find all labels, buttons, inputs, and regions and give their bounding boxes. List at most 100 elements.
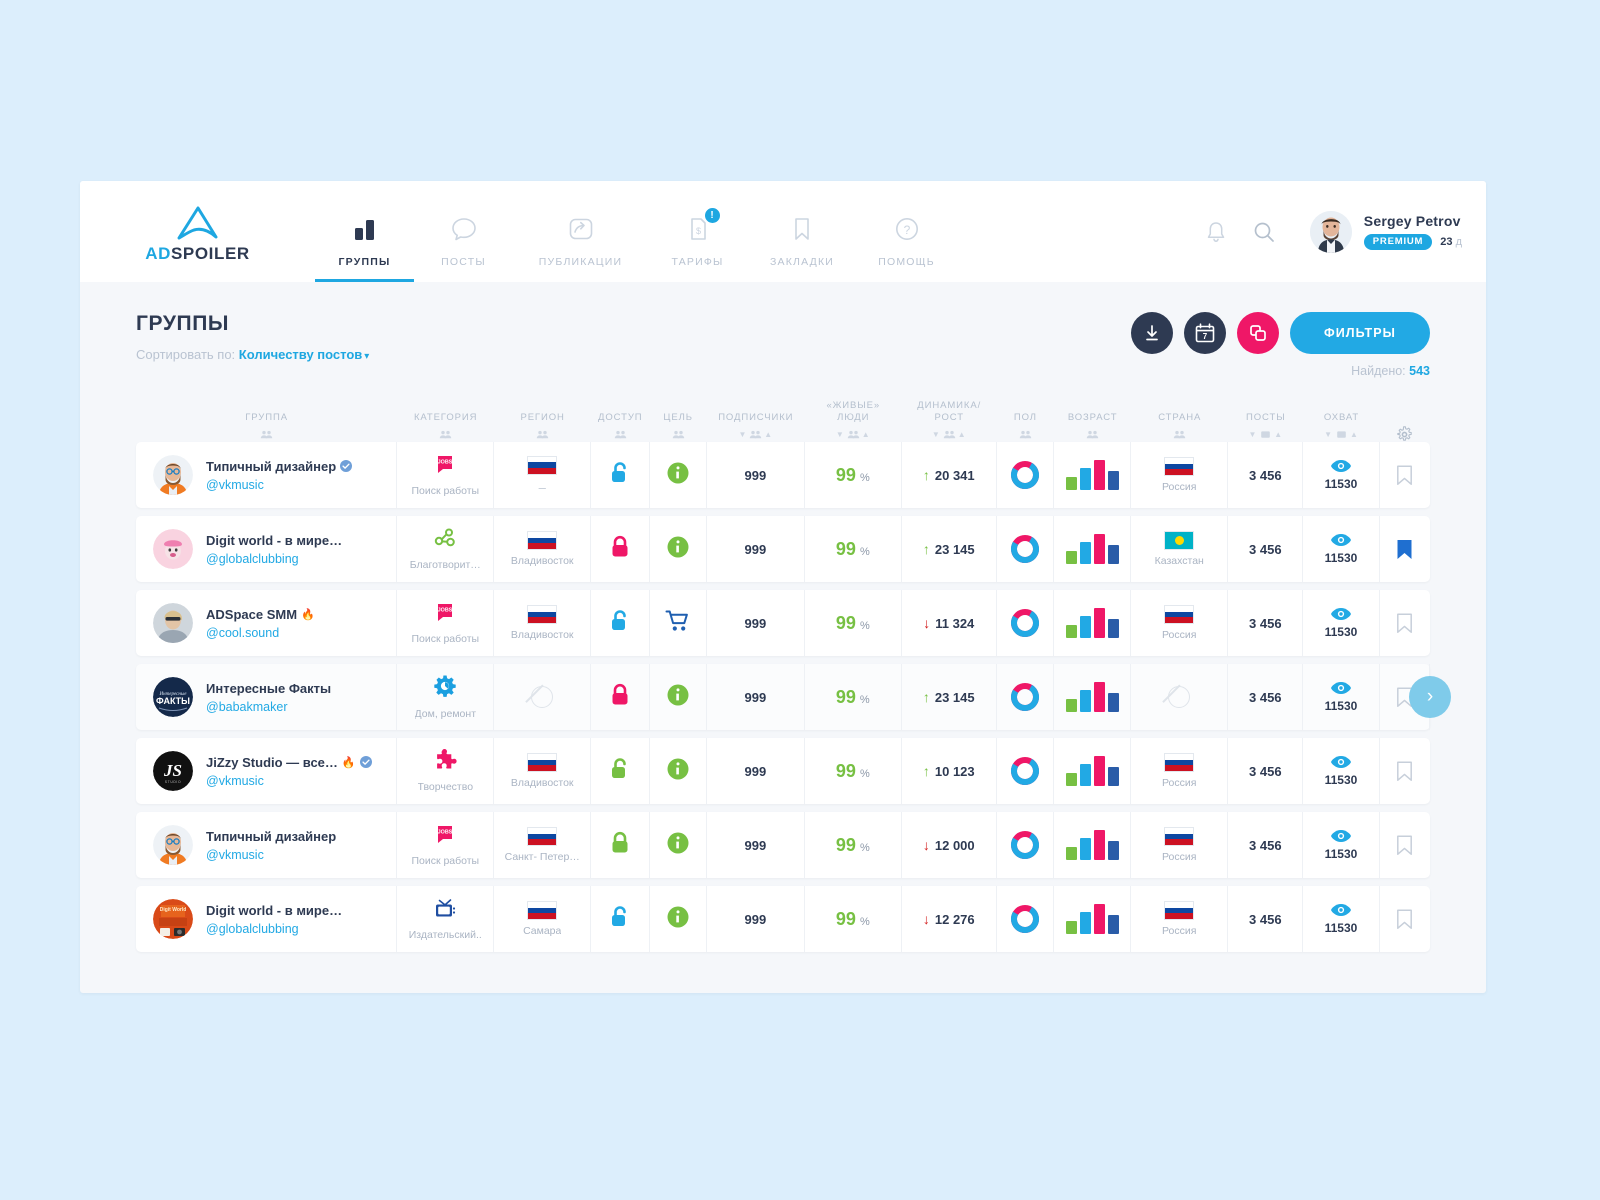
column-header-доступ[interactable]: ДОСТУП xyxy=(591,412,649,442)
column-header-цель[interactable]: ЦЕЛЬ xyxy=(649,412,706,442)
nav-item-posts[interactable]: ПОСТЫ xyxy=(414,181,513,282)
cell-bookmark[interactable] xyxy=(1380,516,1430,582)
cell-bookmark[interactable] xyxy=(1380,886,1430,952)
cell-country[interactable]: Россия xyxy=(1131,812,1229,878)
column-header-пол[interactable]: ПОЛ xyxy=(997,412,1054,442)
search-button[interactable] xyxy=(1240,208,1288,256)
cell-region[interactable]: – xyxy=(494,442,592,508)
cell-category[interactable]: Издательский.. xyxy=(397,886,495,952)
cell-goal[interactable] xyxy=(650,590,707,656)
cell-gender[interactable] xyxy=(997,812,1055,878)
column-filter-icon[interactable] xyxy=(1086,429,1099,440)
cell-gender[interactable] xyxy=(997,442,1055,508)
column-sort-control[interactable]: ▼ ▲ xyxy=(932,429,967,440)
sort-up-icon[interactable]: ▲ xyxy=(958,430,967,439)
column-filter-icon[interactable] xyxy=(1173,429,1186,440)
sort-down-icon[interactable]: ▼ xyxy=(836,430,845,439)
column-header-группа[interactable]: ГРУППА xyxy=(136,412,397,442)
group-handle[interactable]: @vkmusic xyxy=(206,478,352,492)
cell-group[interactable]: Типичный дизайнер @vkmusic xyxy=(136,812,398,878)
calendar-button[interactable]: 7 xyxy=(1183,312,1226,354)
cell-goal[interactable] xyxy=(650,738,707,804)
column-header-посты[interactable]: ПОСТЫ ▼ ▲ xyxy=(1228,412,1303,442)
column-filter-icon[interactable] xyxy=(439,429,452,440)
filters-button[interactable]: ФИЛЬТРЫ xyxy=(1289,312,1430,354)
cell-gender[interactable] xyxy=(997,516,1055,582)
table-row[interactable]: Интересные ФАКТЫ Интересные Факты @babakmak… xyxy=(136,664,1451,730)
column-sort-control[interactable]: ▼ ▲ xyxy=(836,429,871,440)
column-header-регион[interactable]: РЕГИОН xyxy=(494,412,591,442)
cell-category[interactable]: Благотворит… xyxy=(397,516,495,582)
cell-group[interactable]: ADSpace SMM 🔥 @cool.sound xyxy=(136,590,398,656)
group-handle[interactable]: @vkmusic xyxy=(206,774,372,788)
bookmark-outline-icon[interactable] xyxy=(1396,834,1413,856)
table-row[interactable]: Типичный дизайнер @vkmusic JOBS Поиск работ… xyxy=(136,812,1430,878)
cell-bookmark[interactable] xyxy=(1380,812,1430,878)
cell-age[interactable] xyxy=(1054,442,1132,508)
nav-item-publications[interactable]: ПУБЛИКАЦИИ xyxy=(513,181,648,282)
sort-up-icon[interactable]: ▲ xyxy=(1350,430,1359,439)
column-sort-control[interactable]: ▼ ▲ xyxy=(1324,429,1359,440)
cell-gender[interactable] xyxy=(997,664,1055,730)
bookmark-outline-icon[interactable] xyxy=(1396,760,1413,782)
cell-goal[interactable] xyxy=(650,516,707,582)
nav-item-tariffs[interactable]: $ ! ТАРИФЫ xyxy=(648,181,747,282)
column-filter-icon[interactable] xyxy=(672,429,685,440)
cell-age[interactable] xyxy=(1054,590,1132,656)
cell-age[interactable] xyxy=(1054,516,1132,582)
table-row[interactable]: Digit world - в мире… @globalclubbing Благ… xyxy=(136,516,1430,582)
cell-bookmark[interactable] xyxy=(1380,442,1430,508)
duplicate-button[interactable] xyxy=(1236,312,1279,354)
group-handle[interactable]: @globalclubbing xyxy=(206,922,342,936)
cell-goal[interactable] xyxy=(650,664,707,730)
notifications-button[interactable] xyxy=(1192,208,1240,256)
sort-down-icon[interactable]: ▼ xyxy=(1248,430,1257,439)
cell-bookmark[interactable] xyxy=(1380,738,1430,804)
bookmark-outline-icon[interactable] xyxy=(1396,612,1413,634)
cell-country[interactable]: Россия xyxy=(1131,442,1229,508)
column-filter-icon[interactable] xyxy=(536,429,549,440)
cell-age[interactable] xyxy=(1054,738,1132,804)
cell-country[interactable] xyxy=(1131,664,1229,730)
cell-gender[interactable] xyxy=(997,590,1055,656)
column-header-подписчики[interactable]: ПОДПИСЧИКИ ▼ ▲ xyxy=(707,412,805,442)
table-row[interactable]: ADSpace SMM 🔥 @cool.sound JOBS Поиск работы В… xyxy=(136,590,1430,656)
user-menu[interactable]: Sergey Petrov PREMIUM 23 д xyxy=(1309,210,1462,253)
column-filter-icon[interactable] xyxy=(260,429,273,440)
bookmark-filled-icon[interactable] xyxy=(1396,539,1413,560)
cell-region[interactable]: Владивосток xyxy=(494,516,592,582)
sort-down-icon[interactable]: ▼ xyxy=(738,430,747,439)
cell-country[interactable]: Россия xyxy=(1131,590,1229,656)
cell-group[interactable]: JS STUDIO JiZzy Studio — все… 🔥 @vkmusic xyxy=(136,738,398,804)
cell-group[interactable]: Digit world - в мире… @globalclubbing xyxy=(136,516,398,582)
cell-category[interactable]: JOBS Поиск работы xyxy=(397,442,495,508)
cell-group[interactable]: Digit World Digit world - в мире… @globalc… xyxy=(136,886,398,952)
bookmark-outline-icon[interactable] xyxy=(1396,908,1413,930)
group-handle[interactable]: @babakmaker xyxy=(206,700,331,714)
column-header-страна[interactable]: СТРАНА xyxy=(1131,412,1228,442)
cell-category[interactable]: Творчество xyxy=(397,738,495,804)
column-header-категория[interactable]: КАТЕГОРИЯ xyxy=(397,412,494,442)
logo[interactable]: ADSPOILER xyxy=(80,181,315,282)
column-header-динамикарост[interactable]: ДИНАМИКА/РОСТ ▼ ▲ xyxy=(902,400,997,442)
cell-category[interactable]: JOBS Поиск работы xyxy=(397,590,495,656)
cell-bookmark[interactable] xyxy=(1380,590,1430,656)
group-handle[interactable]: @globalclubbing xyxy=(206,552,342,566)
cell-group[interactable]: Интересные ФАКТЫ Интересные Факты @babakmak… xyxy=(136,664,398,730)
cell-age[interactable] xyxy=(1054,886,1132,952)
table-row[interactable]: Типичный дизайнер @vkmusic JOBS Поиск работ… xyxy=(136,442,1430,508)
cell-access[interactable] xyxy=(591,812,650,878)
next-page-button[interactable]: › xyxy=(1409,676,1451,718)
cell-category[interactable]: Дом, ремонт xyxy=(397,664,495,730)
column-header-возраст[interactable]: ВОЗРАСТ xyxy=(1054,412,1131,442)
column-sort-control[interactable]: ▼ ▲ xyxy=(738,429,773,440)
nav-item-groups[interactable]: ГРУППЫ xyxy=(315,181,414,282)
sort-control[interactable]: Сортировать по: Количеству постов ▾ xyxy=(136,347,369,362)
cell-access[interactable] xyxy=(591,590,650,656)
column-sort-control[interactable]: ▼ ▲ xyxy=(1248,429,1283,440)
nav-item-bookmarks[interactable]: ЗАКЛАДКИ xyxy=(747,181,857,282)
sort-up-icon[interactable]: ▲ xyxy=(764,430,773,439)
cell-country[interactable]: Казахстан xyxy=(1131,516,1229,582)
table-row[interactable]: JS STUDIO JiZzy Studio — все… 🔥 @vkmusic Твор… xyxy=(136,738,1430,804)
cell-region[interactable]: Самара xyxy=(494,886,592,952)
